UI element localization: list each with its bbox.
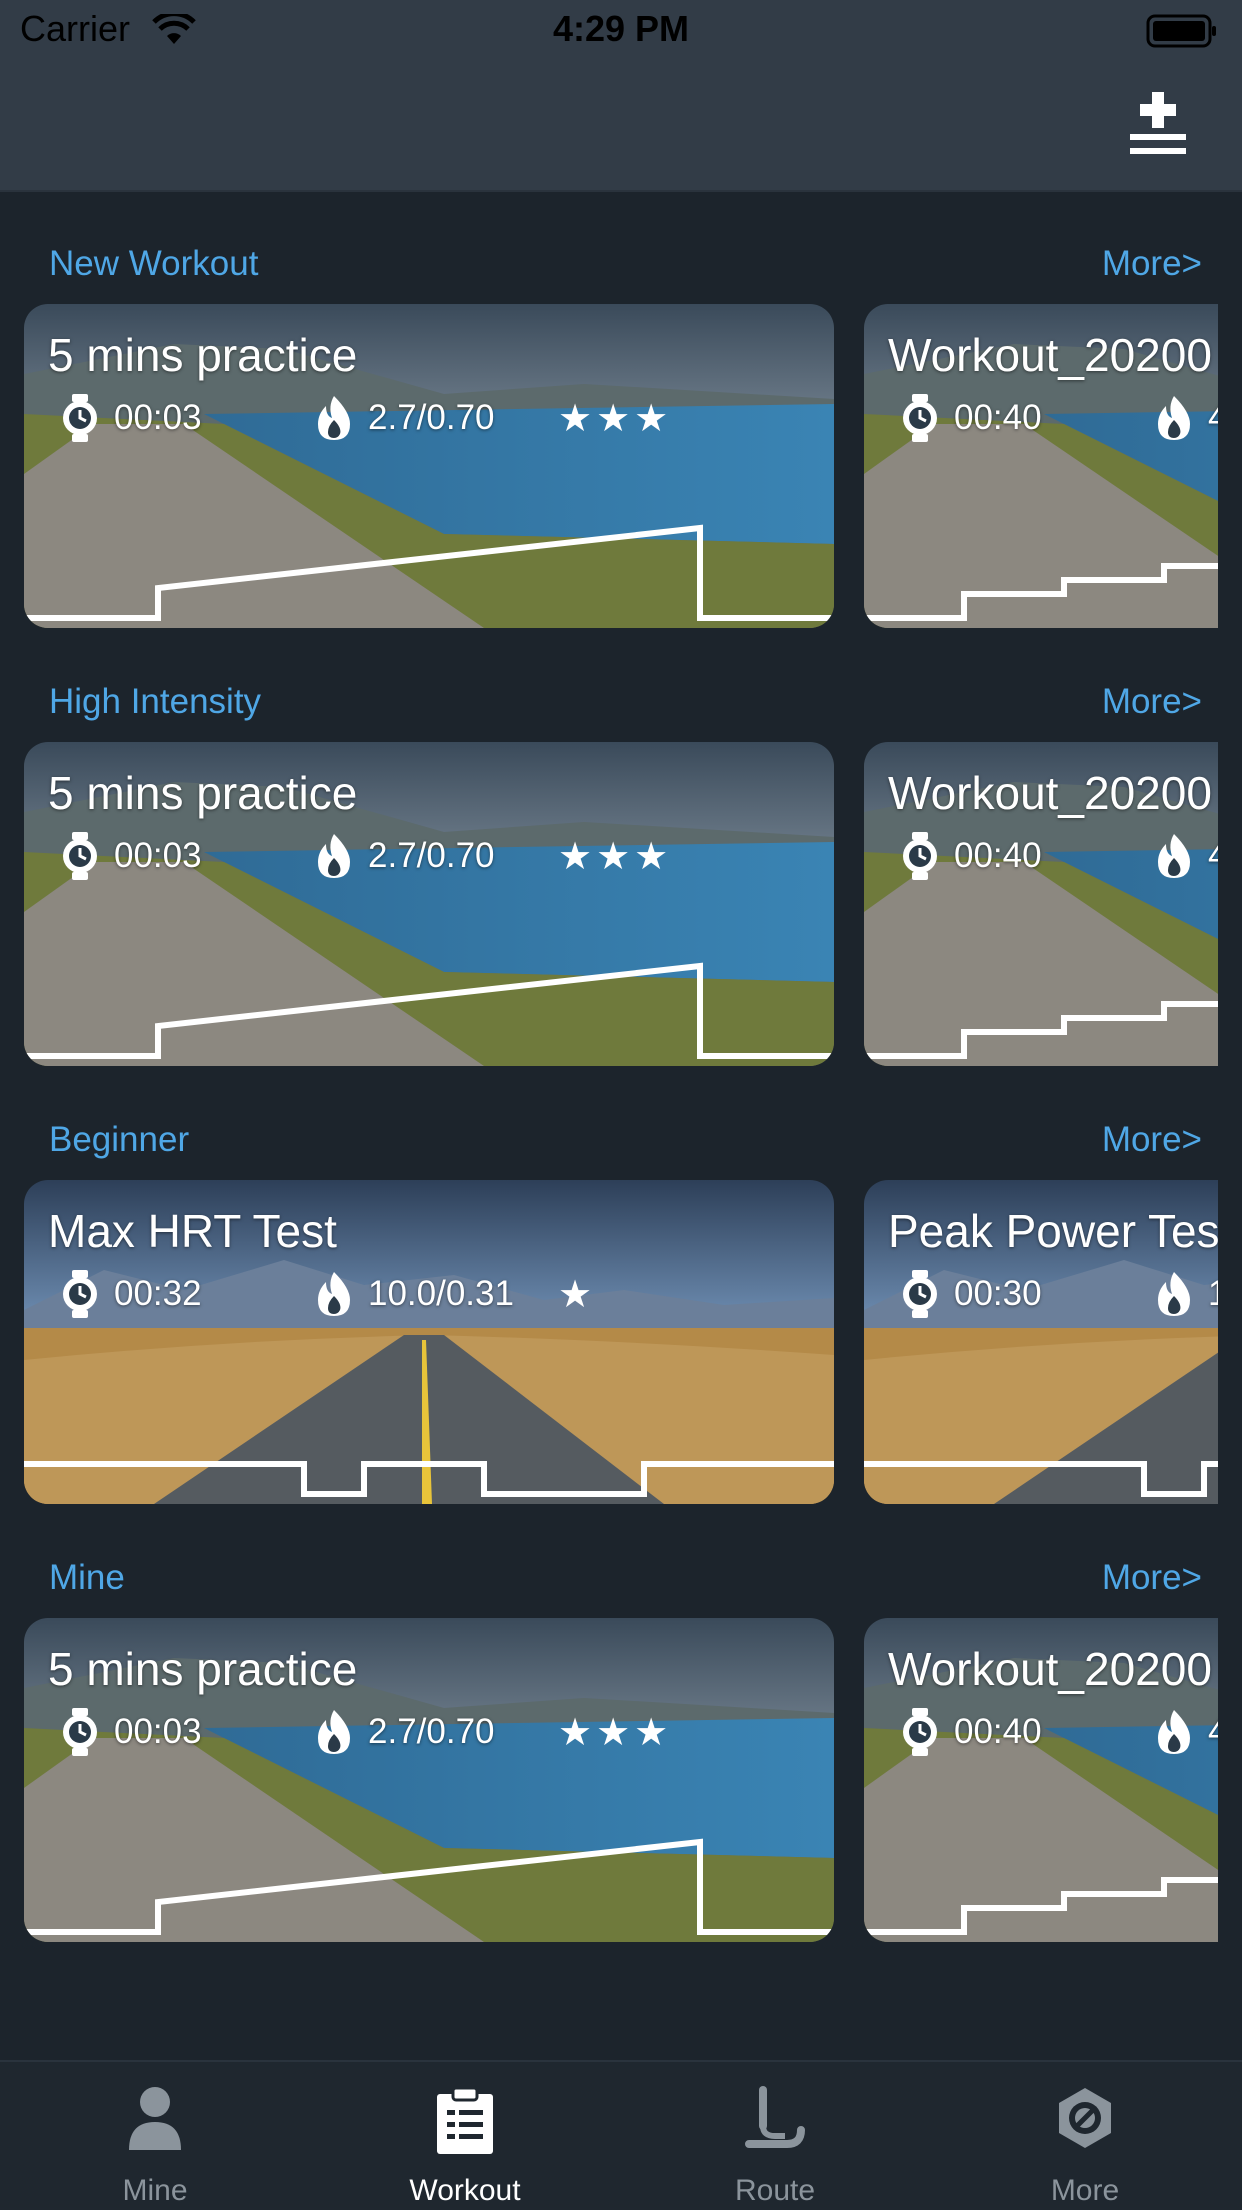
more-link[interactable]: More> [1102, 682, 1202, 722]
workout-title: 5 mins practice [48, 767, 358, 819]
tab-mine-label: Mine [122, 2174, 188, 2207]
workout-title: Workout_20200 [888, 1643, 1212, 1695]
duration-icon [900, 394, 940, 447]
calories-icon [1154, 394, 1194, 447]
duration-icon [60, 832, 100, 885]
calories-icon [1154, 1708, 1194, 1761]
tab-more[interactable]: More [930, 2062, 1240, 2210]
workout-calories: 10.0/0.31 [368, 1274, 514, 1313]
section-title: High Intensity [49, 682, 262, 721]
workout-card[interactable]: 5 mins practice 00:03 2.7/0.70 ★★★ [24, 742, 834, 1066]
workout-carousel[interactable]: Max HRT Test 00:32 10.0/0.31 ★ Peak Powe… [24, 1180, 1218, 1504]
section-title: Mine [49, 1558, 125, 1597]
workout-carousel[interactable]: 5 mins practice 00:03 2.7/0.70 ★★★ Worko… [24, 1618, 1218, 1942]
workout-title: Max HRT Test [48, 1205, 337, 1257]
navigation-bar [0, 62, 1242, 192]
section-title: New Workout [49, 244, 259, 283]
tab-bar: Mine Workout Route More [0, 2060, 1242, 2210]
more-link[interactable]: More> [1102, 1558, 1202, 1598]
workout-card[interactable]: Workout_20200 00:40 4 [864, 742, 1218, 1066]
workout-card[interactable]: Peak Power Tes 00:30 1 [864, 1180, 1218, 1504]
workout-duration: 00:40 [954, 398, 1042, 437]
workout-title: Workout_20200 [888, 329, 1212, 381]
duration-icon [60, 1270, 100, 1323]
section-title: Beginner [49, 1120, 190, 1159]
duration-icon [60, 394, 100, 447]
calories-icon [314, 832, 354, 885]
workout-section: Beginner More> Max HRT Test 00:32 10.0/0… [0, 1120, 1242, 1510]
workout-calories: 2.7/0.70 [368, 1712, 495, 1751]
workout-section: Mine More> 5 mins practice 00:03 2.7/0.7… [0, 1558, 1242, 1948]
workout-duration: 00:40 [954, 1712, 1042, 1751]
difficulty-stars: ★★★ [558, 398, 673, 440]
workout-carousel[interactable]: 5 mins practice 00:03 2.7/0.70 ★★★ Worko… [24, 742, 1218, 1066]
workout-duration: 00:03 [114, 836, 202, 875]
duration-icon [60, 1708, 100, 1761]
workout-carousel[interactable]: 5 mins practice 00:03 2.7/0.70 ★★★ Worko… [24, 304, 1218, 628]
status-time: 4:29 PM [552, 8, 690, 49]
route-icon [745, 2086, 805, 2148]
duration-icon [900, 832, 940, 885]
workout-calories: 2.7/0.70 [368, 836, 495, 875]
duration-icon [900, 1270, 940, 1323]
workout-duration: 00:03 [114, 398, 202, 437]
workout-calories: 1 [1208, 1274, 1218, 1313]
workout-duration: 00:32 [114, 1274, 202, 1313]
calories-icon [1154, 832, 1194, 885]
person-icon [129, 2087, 181, 2150]
workout-calories: 4 [1208, 398, 1218, 437]
battery-icon [1146, 14, 1216, 48]
workout-card[interactable]: Workout_20200 00:40 4 [864, 1618, 1218, 1942]
workout-title: Peak Power Tes [888, 1205, 1218, 1257]
tab-route[interactable]: Route [620, 2062, 930, 2210]
workout-card[interactable]: Max HRT Test 00:32 10.0/0.31 ★ [24, 1180, 834, 1504]
settings-icon [1059, 2088, 1111, 2148]
workout-section: New Workout More> 5 mins practice 00:03 … [0, 244, 1242, 634]
workout-calories: 4 [1208, 836, 1218, 875]
tab-mine[interactable]: Mine [0, 2062, 310, 2210]
workout-card[interactable]: 5 mins practice 00:03 2.7/0.70 ★★★ [24, 1618, 834, 1942]
clipboard-icon [437, 2086, 493, 2154]
workout-card[interactable]: Workout_20200 00:40 4 [864, 304, 1218, 628]
workout-duration: 00:40 [954, 836, 1042, 875]
workout-duration: 00:03 [114, 1712, 202, 1751]
status-bar: Carrier 4:29 PM [0, 0, 1242, 62]
tab-route-label: Route [734, 2174, 816, 2207]
duration-icon [900, 1708, 940, 1761]
workout-title: 5 mins practice [48, 1643, 358, 1695]
tab-workout-label: Workout [409, 2174, 521, 2207]
workout-title: 5 mins practice [48, 329, 358, 381]
difficulty-stars: ★★★ [558, 1712, 673, 1754]
calories-icon [1154, 1270, 1194, 1323]
more-link[interactable]: More> [1102, 1120, 1202, 1160]
calories-icon [314, 1270, 354, 1323]
workout-calories: 4 [1208, 1712, 1218, 1751]
add-list-icon[interactable] [1126, 92, 1190, 162]
calories-icon [314, 1708, 354, 1761]
workout-duration: 00:30 [954, 1274, 1042, 1313]
workout-section: High Intensity More> 5 mins practice 00:… [0, 682, 1242, 1072]
difficulty-stars: ★★★ [558, 836, 673, 878]
workout-calories: 2.7/0.70 [368, 398, 495, 437]
workout-title: Workout_20200 [888, 767, 1212, 819]
difficulty-stars: ★ [558, 1274, 597, 1316]
workout-card[interactable]: 5 mins practice 00:03 2.7/0.70 ★★★ [24, 304, 834, 628]
more-link[interactable]: More> [1102, 244, 1202, 284]
tab-more-label: More [1050, 2174, 1120, 2207]
calories-icon [314, 394, 354, 447]
tab-workout[interactable]: Workout [310, 2062, 620, 2210]
